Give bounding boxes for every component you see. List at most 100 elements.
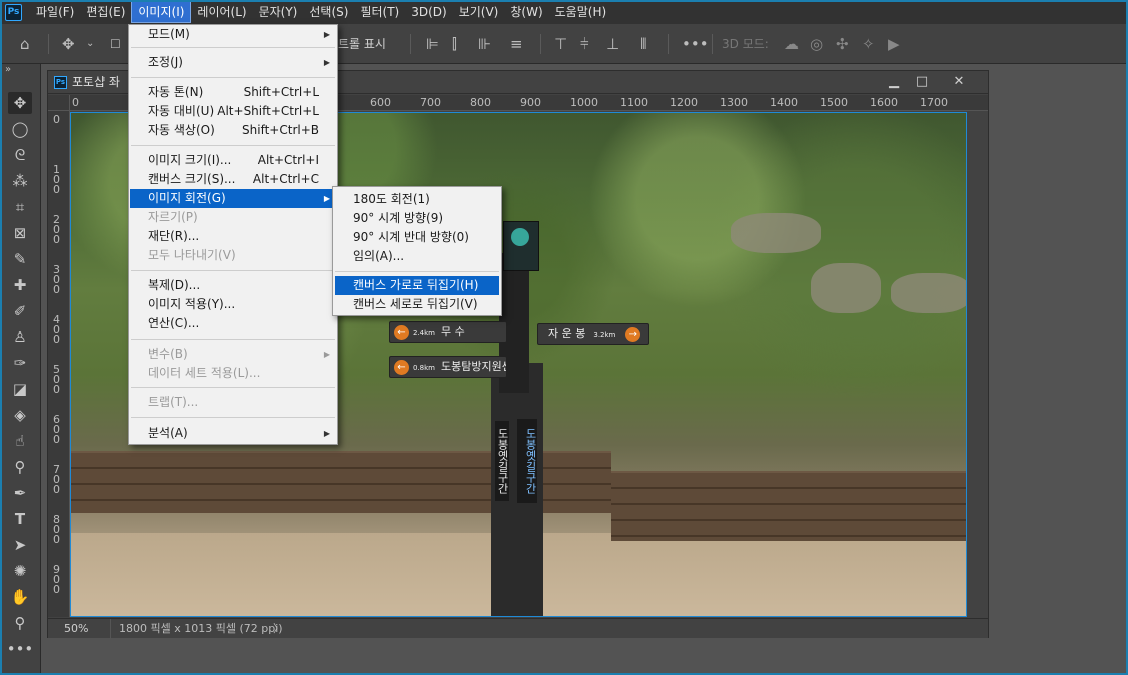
pen-tool-icon[interactable]: ✒: [8, 482, 32, 504]
menu-item-label: 자동 톤(N): [148, 85, 204, 99]
eyedropper-tool-icon[interactable]: ✎: [8, 248, 32, 270]
minimize-button[interactable]: ▁: [881, 71, 907, 93]
zoom-level[interactable]: 50%: [64, 619, 88, 639]
more-tools-icon[interactable]: •••: [7, 638, 34, 660]
menu-select[interactable]: 선택(S): [303, 1, 354, 23]
menu-3d[interactable]: 3D(D): [405, 1, 452, 23]
home-icon[interactable]: ⌂: [20, 24, 30, 64]
tools-panel: » ✥ ◯ ᘓ ⁂ ⌗ ⊠ ✎ ✚ ✐ ♙ ✑ ◪ ◈ ☝ ⚲ ✒ T ➤ ✺ …: [0, 64, 41, 675]
menu-filter[interactable]: 필터(T): [354, 1, 405, 23]
menu-item-reveal-all[interactable]: 모두 나타내기(V): [130, 246, 336, 265]
checkbox-icon[interactable]: ☐: [110, 24, 121, 64]
menu-item-calculations[interactable]: 연산(C)...: [130, 314, 336, 333]
smudge-tool-icon[interactable]: ☝: [8, 430, 32, 452]
crop-tool-icon[interactable]: ⌗: [8, 196, 32, 218]
clone-stamp-tool-icon[interactable]: ♙: [8, 326, 32, 348]
move-icon[interactable]: ✥: [62, 24, 75, 64]
more-icon[interactable]: •••: [682, 24, 709, 64]
menu-item-rotate-180[interactable]: 180도 회전(1): [335, 190, 499, 209]
scale-3d-icon[interactable]: ▶: [888, 24, 900, 64]
menu-edit[interactable]: 편집(E): [80, 1, 131, 23]
direction-sign-dobong-center: ← 0.8km 도봉탐방지원센터: [389, 356, 507, 378]
menu-item-trap[interactable]: 트랩(T)...: [130, 393, 336, 412]
menu-item-mode[interactable]: 모드(M) ▶: [130, 25, 336, 44]
menu-view[interactable]: 보기(V): [453, 1, 505, 23]
move-tool-icon[interactable]: ✥: [8, 92, 32, 114]
menu-item-variables[interactable]: 변수(B) ▶: [130, 345, 336, 364]
marquee-tool-icon[interactable]: ◯: [8, 118, 32, 140]
align-right-icon[interactable]: ⊪: [478, 24, 491, 64]
menu-item-apply-image[interactable]: 이미지 적용(Y)...: [130, 295, 336, 314]
menu-item-trim[interactable]: 재단(R)...: [130, 227, 336, 246]
vertical-ruler[interactable]: 0 1 0 0 2 0 0 3 0 0 4 0 0 5 0 0 6 0 0 7 …: [48, 111, 70, 617]
align-bottom-icon[interactable]: ⊥: [606, 24, 619, 64]
divider: [712, 34, 713, 54]
paint-bucket-tool-icon[interactable]: ◈: [8, 404, 32, 426]
menu-image[interactable]: 이미지(I): [131, 1, 192, 23]
menu-separator: [131, 77, 335, 78]
menu-item-auto-contrast[interactable]: 자동 대비(U) Alt+Shift+Ctrl+L: [130, 102, 336, 121]
menu-item-flip-canvas-vertical[interactable]: 캔버스 세로로 뒤집기(V): [335, 295, 499, 314]
magic-wand-tool-icon[interactable]: ⁂: [8, 170, 32, 192]
menu-item-label: 자동 대비(U): [148, 104, 215, 118]
menu-file[interactable]: 파일(F): [30, 1, 80, 23]
align-middle-icon[interactable]: ⫩: [580, 24, 589, 64]
slide-3d-icon[interactable]: ✧: [862, 24, 875, 64]
dodge-tool-icon[interactable]: ⚲: [8, 456, 32, 478]
history-brush-tool-icon[interactable]: ✑: [8, 352, 32, 374]
menu-item-shortcut: Shift+Ctrl+L: [243, 85, 319, 99]
menu-item-image-size[interactable]: 이미지 크기(I)... Alt+Ctrl+I: [130, 151, 336, 170]
submenu-arrow-icon: ▶: [323, 350, 330, 359]
menu-item-arbitrary[interactable]: 임의(A)...: [335, 247, 499, 266]
menu-item-rotate-90-ccw[interactable]: 90° 시계 반대 방향(0): [335, 228, 499, 247]
menu-help[interactable]: 도움말(H): [549, 1, 613, 23]
distribute-vertical-icon[interactable]: ⦀: [640, 24, 647, 64]
type-tool-icon[interactable]: T: [8, 508, 32, 530]
distribute-icon[interactable]: ≡: [510, 24, 523, 64]
menu-item-flip-canvas-horizontal[interactable]: 캔버스 가로로 뒤집기(H): [335, 276, 499, 295]
eraser-tool-icon[interactable]: ◪: [8, 378, 32, 400]
menu-item-apply-data-set[interactable]: 데이터 세트 적용(L)...: [130, 364, 336, 383]
submenu-arrow-icon: ▶: [323, 58, 330, 67]
path-selection-tool-icon[interactable]: ➤: [8, 534, 32, 556]
menu-item-label: 이미지 크기(I)...: [148, 153, 232, 167]
menu-item-image-rotation[interactable]: 이미지 회전(G) ▶: [130, 189, 336, 208]
menu-window[interactable]: 창(W): [504, 1, 548, 23]
align-center-icon[interactable]: ⫿: [452, 24, 457, 64]
roll-3d-icon[interactable]: ◎: [810, 24, 823, 64]
ruler-label: 700: [420, 96, 441, 109]
ruler-label: 900: [520, 96, 541, 109]
lasso-tool-icon[interactable]: ᘓ: [8, 144, 32, 166]
ruler-corner[interactable]: [48, 95, 70, 111]
align-top-icon[interactable]: ⊤: [554, 24, 567, 64]
close-button[interactable]: ✕: [946, 71, 972, 93]
vertical-plate-left: 도봉옛길구간: [495, 421, 509, 501]
brush-tool-icon[interactable]: ✐: [8, 300, 32, 322]
menu-separator: [131, 270, 335, 271]
hand-tool-icon[interactable]: ✋: [8, 586, 32, 608]
ruler-label: 3 0 0: [53, 263, 60, 296]
orbit-3d-icon[interactable]: ☁: [784, 24, 799, 64]
menu-item-auto-tone[interactable]: 자동 톤(N) Shift+Ctrl+L: [130, 83, 336, 102]
zoom-tool-icon[interactable]: ⚲: [8, 612, 32, 634]
document-info[interactable]: 1800 픽셀 x 1013 픽셀 (72 ppi): [110, 619, 283, 639]
align-left-icon[interactable]: ⊫: [426, 24, 439, 64]
custom-shape-tool-icon[interactable]: ✺: [8, 560, 32, 582]
pan-3d-icon[interactable]: ✣: [836, 24, 849, 64]
menu-item-duplicate[interactable]: 복제(D)...: [130, 276, 336, 295]
menu-layer[interactable]: 레이어(L): [191, 1, 252, 23]
frame-tool-icon[interactable]: ⊠: [8, 222, 32, 244]
menu-item-canvas-size[interactable]: 캔버스 크기(S)... Alt+Ctrl+C: [130, 170, 336, 189]
menu-item-adjustments[interactable]: 조정(J) ▶: [130, 53, 336, 72]
healing-brush-tool-icon[interactable]: ✚: [8, 274, 32, 296]
chevron-right-icon[interactable]: 〉: [273, 619, 284, 639]
menu-item-auto-color[interactable]: 자동 색상(O) Shift+Ctrl+B: [130, 121, 336, 140]
chevron-down-icon[interactable]: ⌄: [86, 24, 94, 64]
ruler-label: 1100: [620, 96, 648, 109]
collapse-panel-icon[interactable]: »: [5, 64, 11, 75]
menu-type[interactable]: 문자(Y): [253, 1, 304, 23]
menu-item-analysis[interactable]: 분석(A) ▶: [130, 424, 336, 443]
menu-item-crop[interactable]: 자르기(P): [130, 208, 336, 227]
menu-item-rotate-90-cw[interactable]: 90° 시계 방향(9): [335, 209, 499, 228]
maximize-button[interactable]: □: [909, 71, 935, 93]
